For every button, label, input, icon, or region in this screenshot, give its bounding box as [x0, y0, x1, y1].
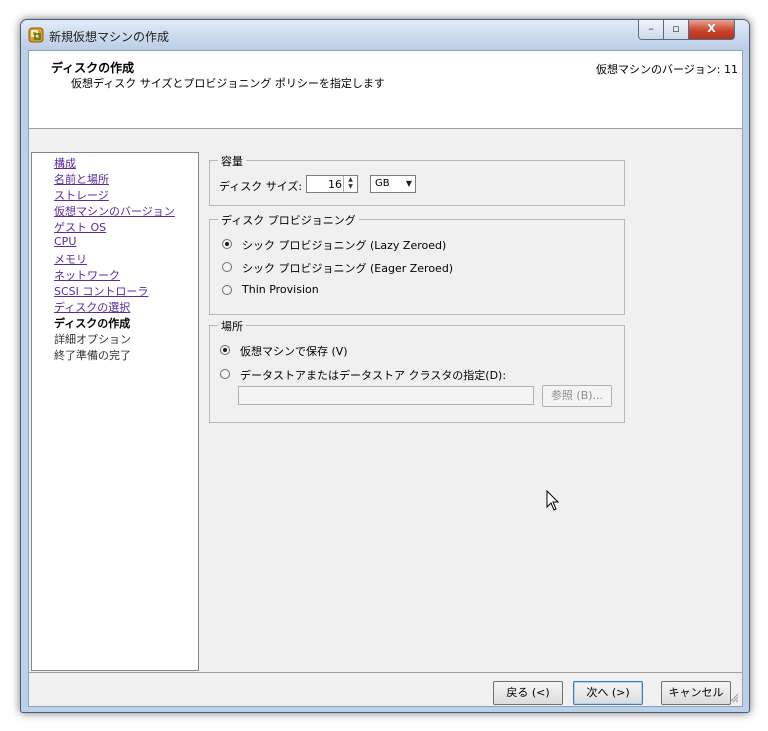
- nav-step-name-location[interactable]: 名前と場所: [54, 171, 109, 187]
- radio-store-with-vm-circle[interactable]: [220, 345, 230, 355]
- nav-step-advanced: 詳細オプション: [54, 333, 131, 346]
- nav-step-vm-version[interactable]: 仮想マシンのバージョン: [54, 203, 175, 219]
- capacity-legend: 容量: [218, 153, 246, 169]
- nav-step-storage[interactable]: ストレージ: [54, 187, 109, 203]
- nav-step-create-disk: ディスクの作成: [54, 317, 131, 330]
- radio-thick-lazy-label: シック プロビジョニング (Lazy Zeroed): [242, 239, 447, 252]
- nav-step-config[interactable]: 構成: [54, 155, 76, 171]
- datastore-path-input[interactable]: [238, 386, 534, 405]
- vm-version-label: 仮想マシンのバージョン: 11: [596, 63, 738, 76]
- radio-thick-eager-label: シック プロビジョニング (Eager Zeroed): [242, 262, 454, 275]
- radio-specify-datastore-circle[interactable]: [220, 369, 230, 379]
- radio-thick-eager-circle[interactable]: [222, 262, 232, 272]
- radio-thin-circle[interactable]: [222, 285, 232, 295]
- disk-size-label: ディスク サイズ:: [219, 180, 303, 193]
- nav-step-network[interactable]: ネットワーク: [54, 267, 120, 283]
- mouse-cursor-icon: [546, 490, 560, 511]
- nav-step-cpu[interactable]: CPU: [54, 235, 76, 248]
- nav-step-guest-os[interactable]: ゲスト OS: [54, 219, 106, 235]
- back-button[interactable]: 戻る (<): [493, 681, 563, 705]
- nav-step-scsi[interactable]: SCSI コントローラ: [54, 283, 148, 299]
- spin-down-icon[interactable]: ▼: [344, 183, 357, 190]
- radio-thick-lazy-circle[interactable]: [222, 239, 232, 249]
- resize-grip-icon[interactable]: [727, 691, 739, 703]
- disk-size-stepper[interactable]: 16 ▲ ▼: [306, 175, 358, 193]
- nav-step-ready: 終了準備の完了: [54, 349, 131, 362]
- disk-unit-value: GB: [375, 178, 390, 189]
- cancel-button[interactable]: キャンセル: [661, 681, 731, 705]
- maximize-button[interactable]: ▫: [663, 20, 689, 40]
- nav-step-select-disk[interactable]: ディスクの選択: [54, 299, 130, 315]
- disk-unit-select[interactable]: GB ▼: [370, 175, 416, 193]
- app-icon: [28, 27, 44, 43]
- wizard-steps-nav: 構成 名前と場所 ストレージ 仮想マシンのバージョン ゲスト OS CPU メモ…: [31, 152, 199, 671]
- window-title: 新規仮想マシンの作成: [49, 30, 170, 44]
- page-title: ディスクの作成: [51, 61, 135, 75]
- close-button[interactable]: X: [688, 20, 735, 40]
- disk-size-value: 16: [328, 178, 342, 191]
- radio-store-with-vm-label: 仮想マシンで保存 (V): [240, 345, 348, 358]
- provisioning-group: ディスク プロビジョニング シック プロビジョニング (Lazy Zeroed)…: [209, 212, 625, 315]
- dropdown-arrow-icon: ▼: [405, 179, 412, 188]
- radio-specify-datastore-label: データストアまたはデータストア クラスタの指定(D):: [240, 369, 507, 382]
- minimize-button[interactable]: –: [638, 20, 664, 40]
- browse-button[interactable]: 参照 (B)...: [542, 385, 612, 407]
- location-group: 場所 仮想マシンで保存 (V) データストアまたはデータストア クラスタの指定(…: [209, 318, 625, 423]
- provisioning-legend: ディスク プロビジョニング: [218, 212, 359, 228]
- spin-up-icon[interactable]: ▲: [344, 176, 357, 183]
- location-legend: 場所: [218, 318, 246, 334]
- wizard-header: ディスクの作成 仮想ディスク サイズとプロビジョニング ポリシーを指定します 仮…: [29, 51, 742, 129]
- capacity-group: 容量 ディスク サイズ: 16 ▲ ▼ GB ▼: [209, 153, 625, 206]
- next-button[interactable]: 次へ (>): [573, 681, 643, 705]
- title-bar: 新規仮想マシンの作成 – ▫ X: [21, 20, 749, 50]
- nav-step-memory[interactable]: メモリ: [54, 251, 87, 267]
- wizard-window: 新規仮想マシンの作成 – ▫ X ディスクの作成 仮想ディスク サイズとプロビジ…: [20, 19, 750, 713]
- page-subtitle: 仮想ディスク サイズとプロビジョニング ポリシーを指定します: [71, 77, 385, 90]
- radio-thin-label: Thin Provision: [242, 283, 319, 296]
- footer-divider: [29, 672, 742, 673]
- wizard-client: ディスクの作成 仮想ディスク サイズとプロビジョニング ポリシーを指定します 仮…: [28, 50, 743, 707]
- stepper-arrows: ▲ ▼: [343, 176, 357, 192]
